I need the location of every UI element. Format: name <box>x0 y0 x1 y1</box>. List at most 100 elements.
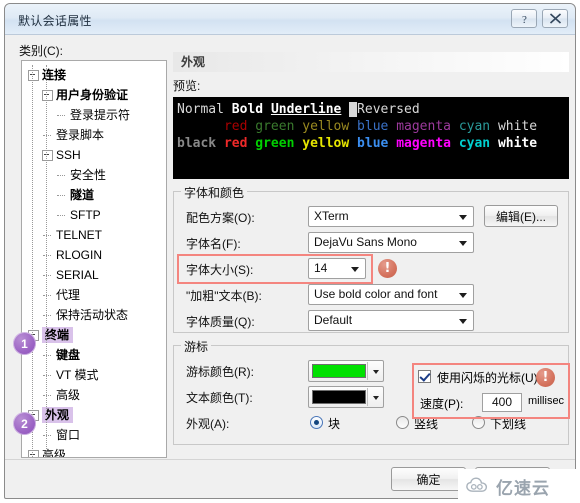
tree-item-18[interactable]: 窗口 <box>22 425 166 445</box>
tree-item-11[interactable]: 代理 <box>22 285 166 305</box>
bold-text-value: Use bold color and font <box>314 287 438 301</box>
cloud-logo-icon <box>466 477 488 492</box>
text-color-swatch <box>312 390 366 404</box>
font-size-warning-icon: ! <box>378 259 397 278</box>
edit-scheme-button[interactable]: 编辑(E)... <box>484 205 558 227</box>
tree-item-2[interactable]: 登录提示符 <box>22 105 166 125</box>
text-color-picker[interactable] <box>308 386 384 408</box>
cursor-appearance-label: 外观(A): <box>186 417 230 431</box>
tree-item-label: 用户身份验证 <box>56 88 129 102</box>
session-properties-dialog: 默认会话属性 ? 类别(C): 连接 用户身份验证 登录提示符 登录脚本 SSH 安全性隧… <box>4 3 576 499</box>
chevron-down-icon <box>373 370 379 374</box>
sp <box>451 136 459 151</box>
swatch-divider <box>367 362 368 380</box>
preview-bright-black: black <box>177 136 217 151</box>
cursor-shape-vline-radio[interactable] <box>396 416 409 429</box>
font-quality-select[interactable]: Default <box>308 310 474 331</box>
tree-guide-line <box>32 65 34 457</box>
tree-item-14[interactable]: 键盘 <box>22 345 166 365</box>
tree-item-label: 键盘 <box>56 348 81 362</box>
blink-cursor-panel: 使用闪烁的光标(U) 速度(P): 400 millisec ! <box>412 363 570 419</box>
close-icon <box>549 13 561 24</box>
terminal-preview: Normal Bold Underline Reversed red green… <box>173 97 569 179</box>
tree-item-5[interactable]: 安全性 <box>22 165 166 185</box>
preview-bold: Bold <box>231 102 271 117</box>
tree-item-16[interactable]: 高级 <box>22 385 166 405</box>
pane-title: 外观 <box>173 52 569 72</box>
preview-dim-magenta: magenta <box>396 119 451 134</box>
font-size-select[interactable]: 14 <box>308 258 366 279</box>
close-button[interactable] <box>542 9 568 28</box>
font-size-value: 14 <box>314 261 328 275</box>
tree-item-label: VT 模式 <box>56 368 99 382</box>
tree-item-19[interactable]: 高级 <box>22 445 166 457</box>
tree-item-13[interactable]: 终端 <box>22 325 166 345</box>
window-controls: ? <box>511 9 568 28</box>
tree-item-label: 代理 <box>56 288 81 302</box>
tree-item-4[interactable]: SSH <box>22 145 166 165</box>
tree-item-8[interactable]: TELNET <box>22 225 166 245</box>
appearance-pane: 外观 预览: Normal Bold Underline Reversed re… <box>173 52 570 445</box>
chevron-down-icon <box>373 396 379 400</box>
cursor-group-legend: 游标 <box>181 338 212 355</box>
sp <box>388 119 396 134</box>
blink-cursor-label: 使用闪烁的光标(U) <box>437 371 538 385</box>
category-tree: 连接用户身份验证登录提示符 登录脚本 SSH 安全性隧道 SFTP TELNET RLOGI… <box>22 61 166 457</box>
blink-warning-icon: ! <box>536 368 555 387</box>
tree-item-label: 保持活动状态 <box>56 308 129 322</box>
color-scheme-select[interactable]: XTerm <box>308 206 474 227</box>
tree-item-1[interactable]: 用户身份验证 <box>22 85 166 105</box>
preview-dim-red: red <box>223 119 248 134</box>
tree-guide-tick <box>57 195 65 197</box>
question-mark-icon: ? <box>522 14 527 25</box>
font-quality-value: Default <box>314 313 353 327</box>
chevron-down-icon <box>351 267 359 272</box>
tree-item-7[interactable]: SFTP <box>22 205 166 225</box>
font-size-label: 字体大小(S): <box>186 263 254 277</box>
preview-bright-blue: blue <box>357 136 389 151</box>
tree-item-9[interactable]: RLOGIN <box>22 245 166 265</box>
tree-item-label: SSH <box>56 148 81 162</box>
preview-dim-white: white <box>497 119 538 134</box>
sp <box>216 136 224 151</box>
chevron-down-icon <box>459 215 467 220</box>
category-tree-panel[interactable]: 连接用户身份验证登录提示符 登录脚本 SSH 安全性隧道 SFTP TELNET RLOGI… <box>21 60 167 458</box>
color-scheme-label: 配色方案(O): <box>186 211 255 225</box>
color-scheme-value: XTerm <box>314 209 349 223</box>
tree-item-label: RLOGIN <box>56 248 103 262</box>
watermark: 亿速云 <box>458 469 580 503</box>
blink-speed-input[interactable]: 400 <box>482 393 522 412</box>
font-quality-row: 字体质量(Q): Default <box>182 308 560 334</box>
bold-text-label: "加粗"文本(B): <box>186 289 262 303</box>
cursor-group: 游标 游标颜色(R): 文本颜色(T): 外观(A): 块 竖线 下划线 使用闪… <box>173 338 570 445</box>
preview-bright-red: red <box>223 136 248 151</box>
font-quality-label: 字体质量(Q): <box>186 315 255 329</box>
cursor-shape-block-radio[interactable] <box>310 416 323 429</box>
tree-item-6[interactable]: 隧道 <box>22 185 166 205</box>
tree-item-label: 安全性 <box>70 168 107 182</box>
tree-item-0[interactable]: 连接 <box>22 65 166 85</box>
help-button[interactable]: ? <box>511 9 537 28</box>
bold-text-select[interactable]: Use bold color and font <box>308 284 474 305</box>
preview-dim-blue: blue <box>357 119 389 134</box>
font-and-colors-group: 字体和颜色 配色方案(O): XTerm 编辑(E)... 字体名(F): De… <box>173 184 569 334</box>
tree-item-10[interactable]: SERIAL <box>22 265 166 285</box>
tree-guide-tick <box>57 115 65 117</box>
tree-item-label: 隧道 <box>70 188 95 202</box>
cursor-color-picker[interactable] <box>308 360 384 382</box>
blink-cursor-checkbox[interactable] <box>418 370 431 383</box>
tree-item-12[interactable]: 保持活动状态 <box>22 305 166 325</box>
chevron-down-icon <box>459 319 467 324</box>
preview-cursor: Reversed <box>357 102 420 117</box>
bold-text-row: "加粗"文本(B): Use bold color and font <box>182 282 560 308</box>
preview-dim-yellow: yellow <box>302 119 350 134</box>
ok-button[interactable]: 确定 <box>391 467 466 491</box>
blink-speed-unit: millisec <box>528 395 565 407</box>
tree-item-15[interactable]: VT 模式 <box>22 365 166 385</box>
font-name-select[interactable]: DejaVu Sans Mono <box>308 232 474 253</box>
font-name-row: 字体名(F): DejaVu Sans Mono <box>182 230 560 256</box>
tree-item-label: SERIAL <box>56 268 99 282</box>
preview-normal: Normal <box>177 102 232 117</box>
tree-item-3[interactable]: 登录脚本 <box>22 125 166 145</box>
tree-item-17[interactable]: 外观 <box>22 405 166 425</box>
